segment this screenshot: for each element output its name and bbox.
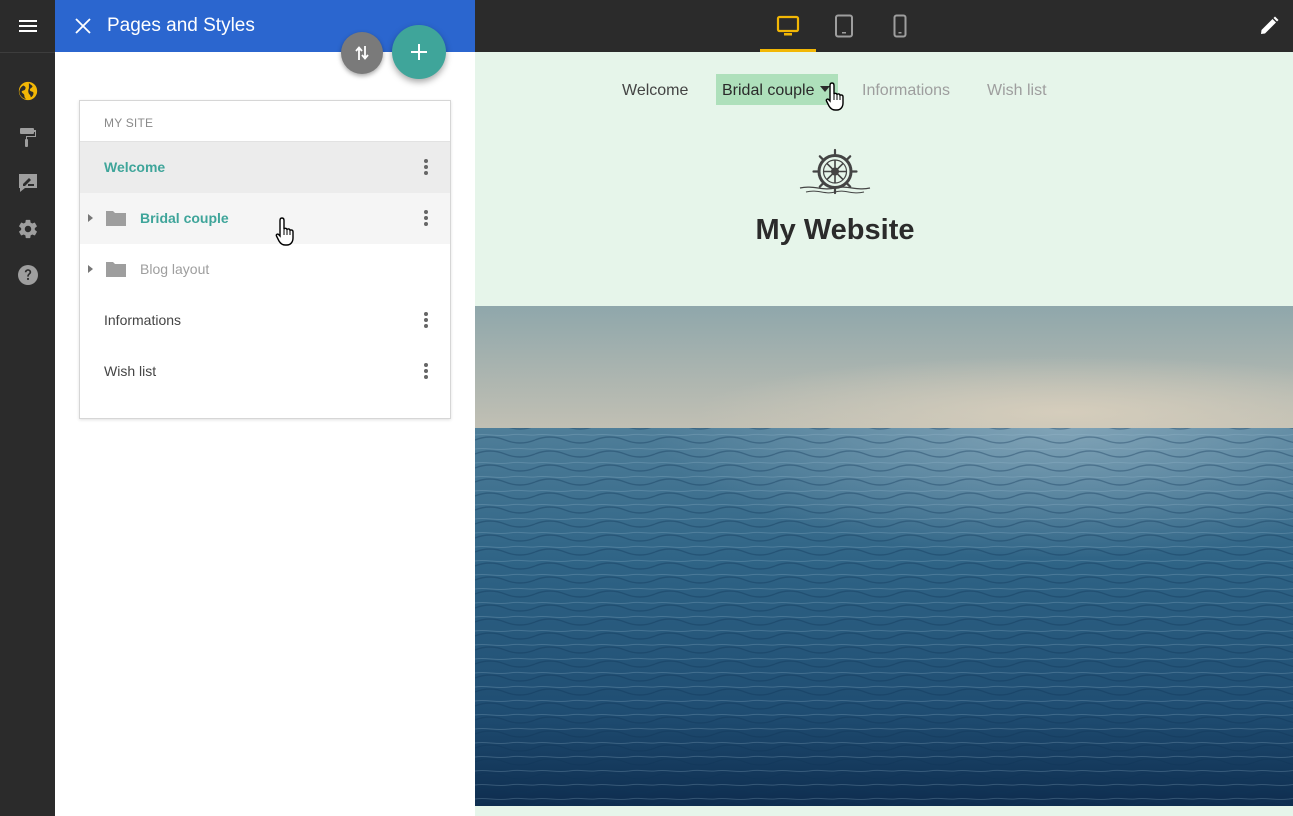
tree-row-bridal-couple[interactable]: Bridal couple — [80, 193, 450, 244]
close-icon — [75, 18, 91, 34]
nav-link-bridal-couple-label[interactable]: Bridal couple — [722, 81, 815, 101]
more-vert-icon — [424, 312, 428, 328]
row-more-button[interactable] — [414, 359, 438, 383]
phone-icon — [893, 14, 907, 38]
tree-header: MY SITE — [104, 116, 154, 130]
nav-link-welcome[interactable]: Welcome — [622, 81, 688, 101]
site-title: My Website — [755, 214, 915, 246]
panel-title: Pages and Styles — [107, 15, 255, 36]
rail-item-content[interactable] — [0, 163, 55, 203]
row-more-button[interactable] — [414, 206, 438, 230]
paint-roller-icon — [19, 128, 36, 147]
nav-link-wish-list[interactable]: Wish list — [987, 81, 1047, 101]
hamburger-menu-button[interactable] — [0, 6, 55, 46]
hamburger-icon — [18, 20, 37, 32]
sort-arrows-icon — [355, 46, 369, 60]
nav-link-informations[interactable]: Informations — [862, 81, 950, 101]
ocean-image — [475, 306, 1293, 806]
left-rail — [0, 0, 55, 816]
rail-item-design[interactable] — [0, 117, 55, 157]
tree-row-wish-list[interactable]: Wish list — [80, 346, 450, 397]
hand-cursor-icon — [825, 82, 844, 111]
plus-icon — [411, 44, 427, 60]
globe-icon — [18, 81, 37, 101]
site-preview: Welcome Bridal couple Informations Wish … — [475, 52, 1293, 816]
desktop-icon — [776, 15, 800, 36]
pages-panel: Pages and Styles MY SITE Welcome Bridal … — [55, 0, 475, 816]
tree-row-informations[interactable]: Informations — [80, 295, 450, 346]
more-vert-icon — [424, 363, 428, 379]
help-icon — [17, 265, 38, 285]
rail-divider — [0, 52, 55, 53]
add-page-button[interactable] — [392, 25, 446, 79]
signature-icon — [18, 174, 37, 192]
folder-icon — [106, 211, 126, 226]
device-toolbar — [475, 0, 1293, 52]
gear-icon — [18, 219, 37, 239]
expand-arrow-icon[interactable] — [86, 212, 96, 224]
tree-row-label: Informations — [104, 312, 182, 328]
pencil-icon — [1261, 16, 1279, 34]
ship-wheel-icon — [799, 148, 871, 195]
rail-item-settings[interactable] — [0, 209, 55, 249]
tree-row-blog-layout[interactable]: Blog layout — [80, 244, 450, 295]
site-navigation: Welcome Bridal couple Informations Wish … — [475, 74, 1293, 106]
rail-item-site[interactable] — [0, 71, 55, 111]
row-more-button[interactable] — [414, 155, 438, 179]
page-tree: MY SITE Welcome Bridal couple Blog layou… — [79, 100, 451, 419]
tree-row-label: Bridal couple — [140, 210, 229, 226]
folder-icon — [106, 262, 126, 277]
hero-image — [475, 306, 1293, 806]
close-panel-button[interactable] — [65, 8, 101, 44]
tree-row-label: Wish list — [104, 363, 157, 379]
desktop-view-button[interactable] — [760, 0, 816, 52]
tree-row-welcome[interactable]: Welcome — [80, 142, 450, 193]
rail-item-help[interactable] — [0, 255, 55, 295]
tree-row-label: Blog layout — [140, 261, 210, 277]
expand-arrow-icon[interactable] — [86, 263, 96, 275]
row-more-button[interactable] — [414, 308, 438, 332]
more-vert-icon — [424, 210, 428, 226]
tablet-icon — [835, 14, 853, 38]
edit-button[interactable] — [1251, 8, 1287, 44]
phone-view-button[interactable] — [872, 0, 928, 52]
reorder-pages-button[interactable] — [341, 32, 383, 74]
tablet-view-button[interactable] — [816, 0, 872, 52]
hand-cursor-icon — [275, 217, 294, 246]
more-vert-icon — [424, 159, 428, 175]
tree-row-label: Welcome — [104, 159, 166, 175]
